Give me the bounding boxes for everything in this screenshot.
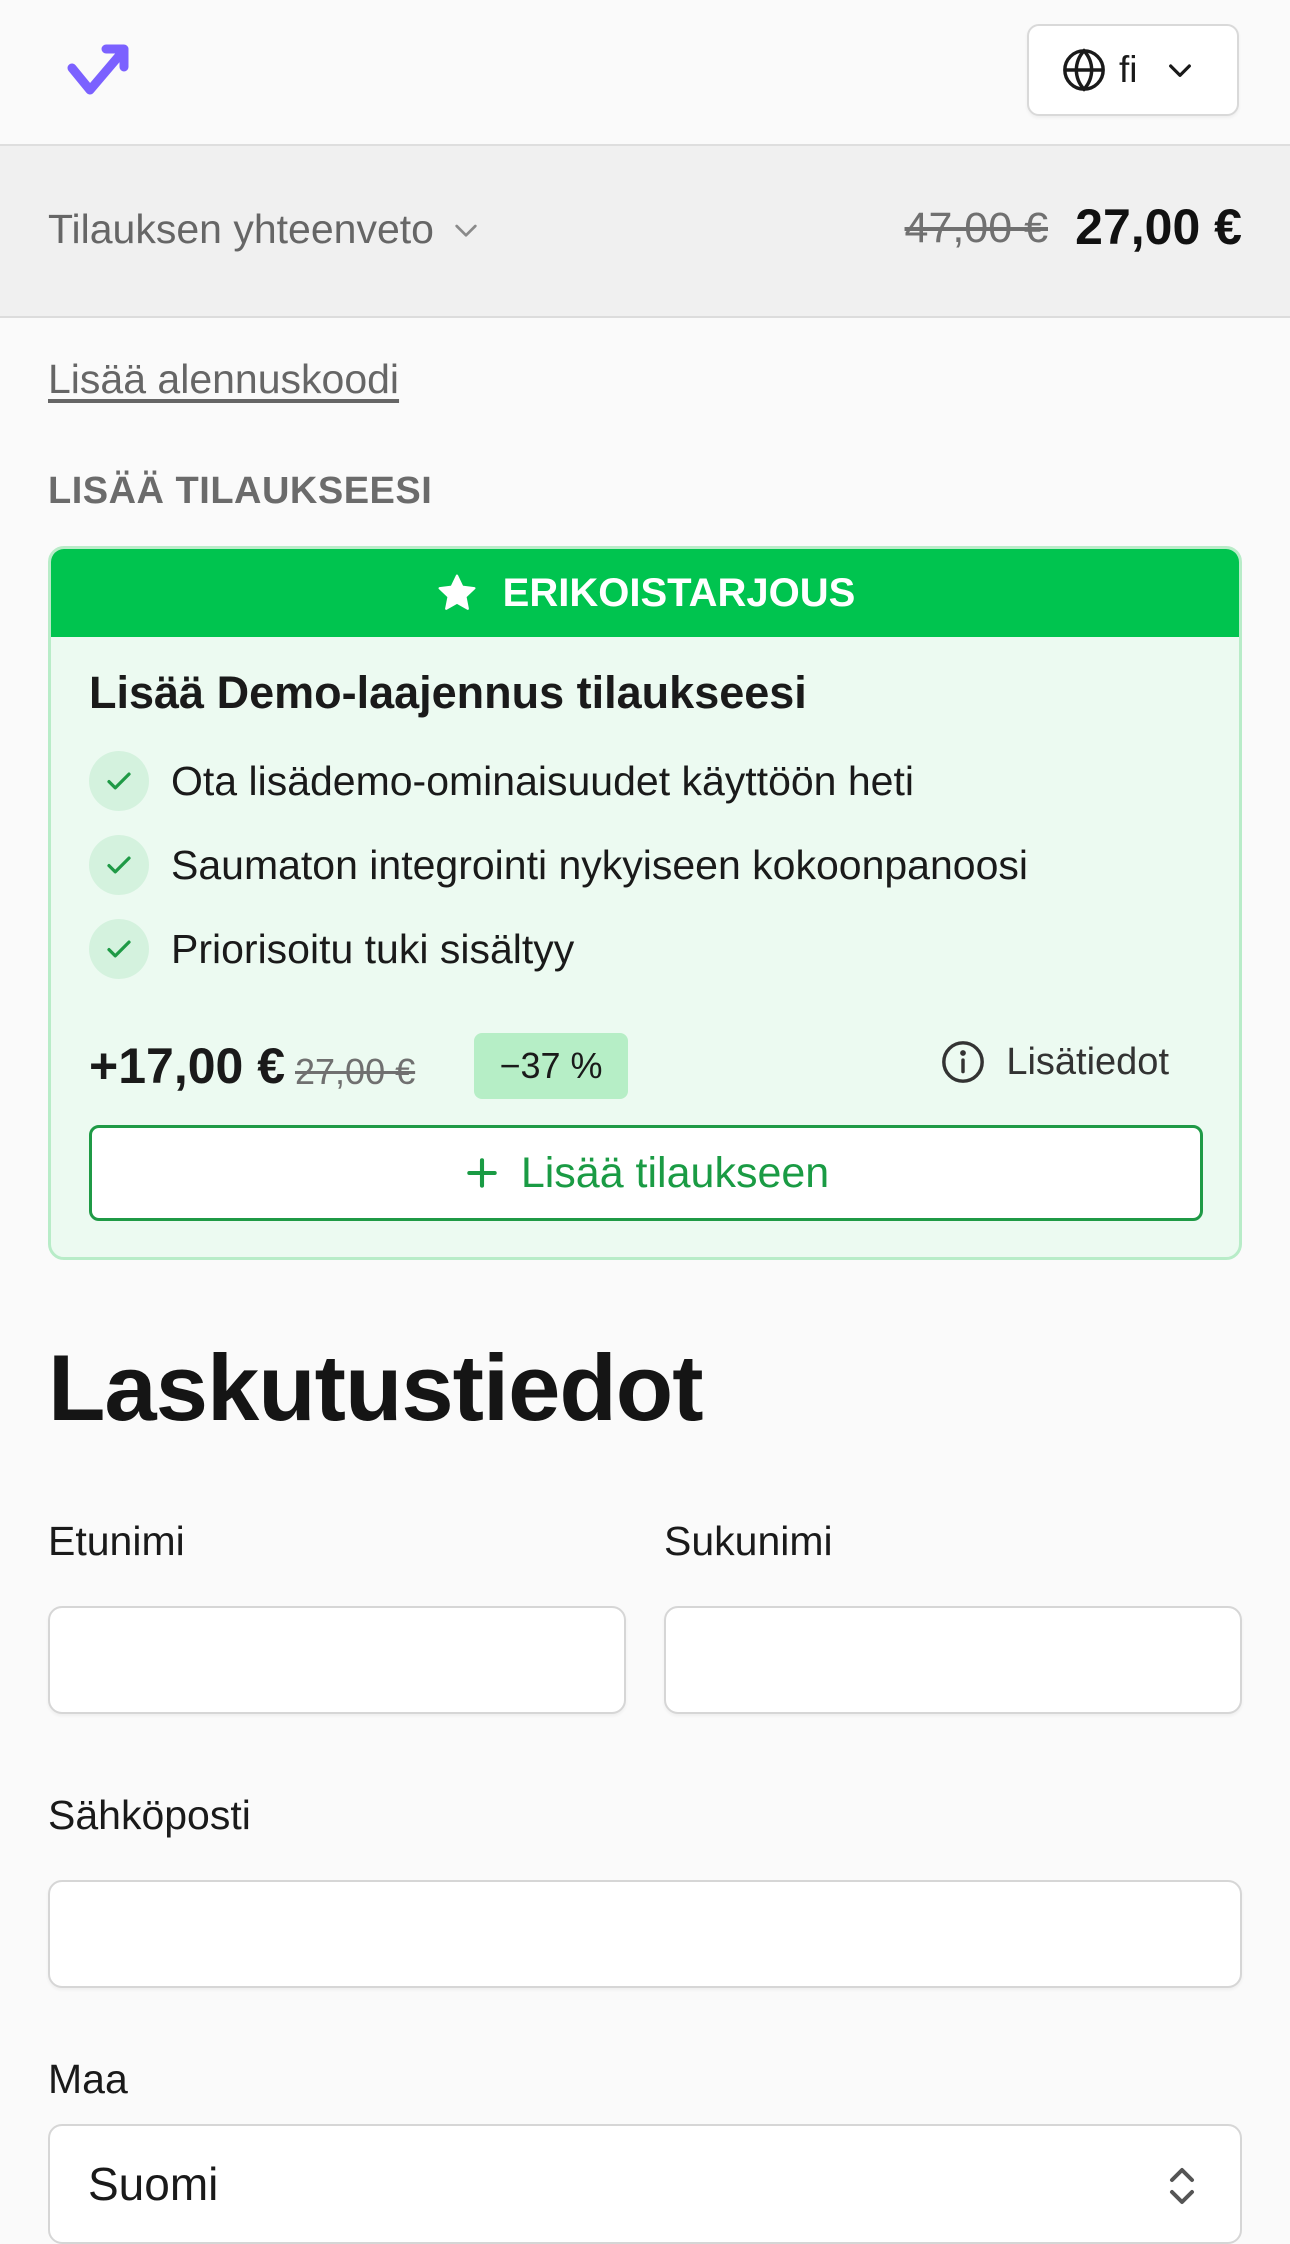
more-info-label: Lisätiedot [1006,1040,1169,1083]
first-name-input[interactable] [48,1606,626,1714]
feature-text: Saumaton integrointi nykyiseen kokoonpan… [171,841,1028,888]
upsell-section-label: LISÄÄ TILAUKSEESI [48,470,433,512]
feature-text: Priorisoitu tuki sisältyy [171,925,575,972]
billing-title: Laskutustiedot [48,1335,704,1440]
addon-original-price: 27,00 € [295,1051,416,1092]
country-value: Suomi [88,2158,219,2210]
plus-icon [467,1158,497,1188]
order-summary-toggle[interactable]: Tilauksen yhteenveto [48,206,482,253]
upsell-offer-card: ERIKOISTARJOUS Lisää Demo-laajennus tila… [48,546,1242,1260]
language-code: fi [1119,49,1138,90]
feature-item: Saumaton integrointi nykyiseen kokoonpan… [89,835,1028,895]
offer-price-row: +17,00 € 27,00 € −37 % Lisätiedot [89,1033,1209,1103]
check-icon [89,835,149,895]
last-name-label: Sukunimi [664,1518,833,1564]
email-label: Sähköposti [48,1792,251,1838]
check-icon [89,751,149,811]
discount-badge: −37 % [474,1033,628,1099]
checkmark-logo-icon[interactable] [66,42,132,98]
last-name-input[interactable] [664,1606,1242,1714]
order-total: 27,00 € [1075,199,1242,255]
feature-item: Ota lisädemo-ominaisuudet käyttöön heti [89,751,914,811]
country-select[interactable]: Suomi [48,2124,1242,2244]
feature-text: Ota lisädemo-ominaisuudet käyttöön heti [171,757,914,804]
country-label: Maa [48,2056,128,2102]
feature-item: Priorisoitu tuki sisältyy [89,919,574,979]
globe-icon [1063,48,1105,92]
add-discount-code-link[interactable]: Lisää alennuskoodi [48,356,399,403]
first-name-label: Etunimi [48,1518,185,1564]
star-icon [438,574,476,610]
offer-title: Lisää Demo-laajennus tilaukseesi [89,667,807,718]
order-summary-label: Tilauksen yhteenveto [48,206,434,252]
add-to-order-label: Lisää tilaukseen [520,1148,830,1197]
special-offer-banner: ERIKOISTARJOUS [51,549,1239,637]
top-bar: fi [0,0,1290,146]
check-icon [89,919,149,979]
language-selector[interactable]: fi [1027,24,1239,116]
chevron-down-icon [455,224,477,237]
add-to-order-button[interactable]: Lisää tilaukseen [89,1125,1203,1221]
info-icon [942,1041,985,1083]
email-input[interactable] [48,1880,1242,1988]
order-summary-bar: Tilauksen yhteenveto 47,00 € 27,00 € [0,146,1290,318]
chevron-down-icon [1168,64,1191,77]
original-total: 47,00 € [904,204,1048,252]
special-offer-label: ERIKOISTARJOUS [502,570,856,615]
updown-chevron-icon [1170,2168,1194,2204]
more-info-button[interactable]: Lisätiedot [940,1039,1169,1085]
addon-price: +17,00 € [89,1038,286,1094]
